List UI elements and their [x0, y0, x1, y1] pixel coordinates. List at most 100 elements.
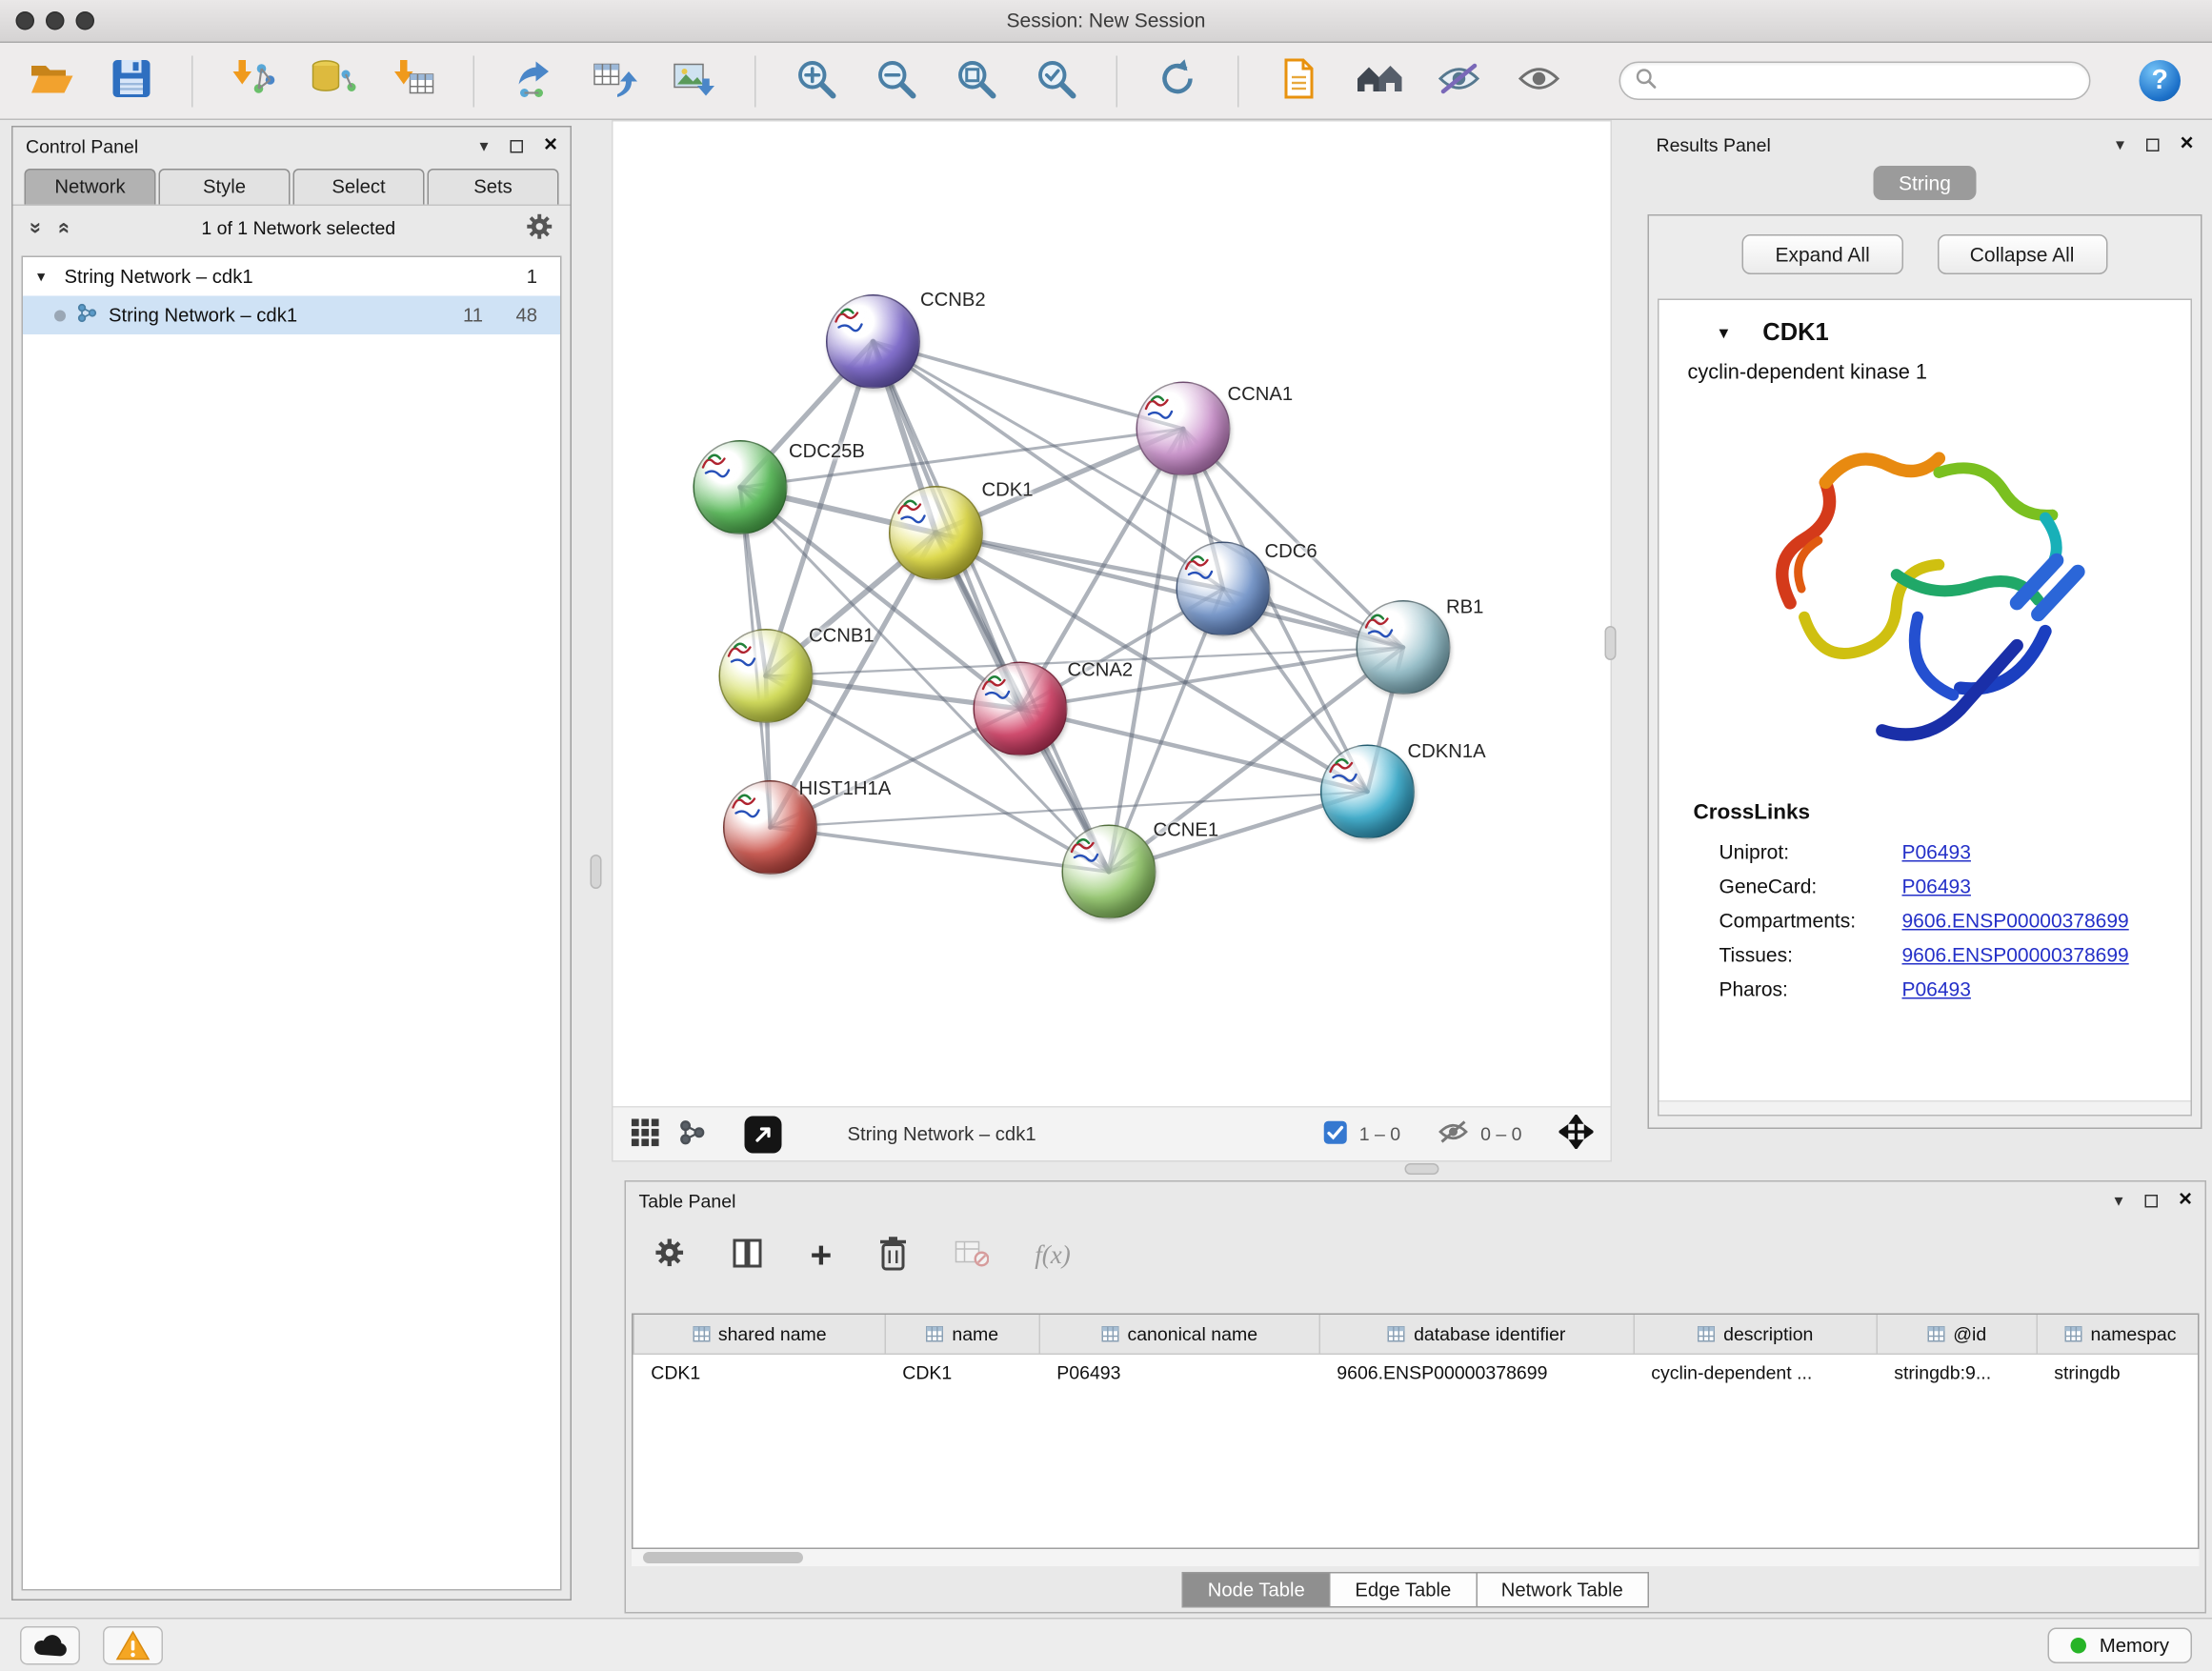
- column-header[interactable]: canonical name: [1039, 1315, 1319, 1354]
- panel-close-icon[interactable]: ×: [2180, 133, 2193, 156]
- search-box[interactable]: [1619, 62, 2091, 101]
- crosslink-link[interactable]: P06493: [1902, 875, 1971, 897]
- network-node-cdk1[interactable]: [889, 486, 983, 580]
- table-horizontal-scrollbar[interactable]: [632, 1549, 2200, 1566]
- tab-sets[interactable]: Sets: [428, 169, 559, 205]
- cell-name[interactable]: CDK1: [885, 1354, 1039, 1393]
- tab-network[interactable]: Network: [25, 169, 156, 205]
- splitter-handle[interactable]: [591, 855, 602, 889]
- panel-menu-icon[interactable]: ▾: [479, 137, 488, 154]
- network-node-ccnb1[interactable]: [719, 629, 814, 723]
- tab-style[interactable]: Style: [159, 169, 291, 205]
- crosslink-link[interactable]: P06493: [1902, 977, 1971, 1000]
- network-node-ccna2[interactable]: [974, 662, 1068, 756]
- export-network-button[interactable]: [503, 50, 566, 112]
- panel-menu-icon[interactable]: ▾: [2116, 136, 2124, 153]
- column-header[interactable]: @id: [1877, 1315, 2037, 1354]
- column-header[interactable]: description: [1634, 1315, 1877, 1354]
- column-header[interactable]: shared name: [633, 1315, 885, 1354]
- export-image-button[interactable]: [663, 50, 726, 112]
- network-share-button[interactable]: [677, 1117, 708, 1151]
- splitter-handle[interactable]: [1605, 626, 1617, 660]
- tab-edge-table[interactable]: Edge Table: [1331, 1572, 1477, 1608]
- tab-node-table[interactable]: Node Table: [1182, 1572, 1331, 1608]
- network-row-selected[interactable]: String Network – cdk1 11 48: [23, 296, 560, 335]
- cell-canonical-name[interactable]: P06493: [1039, 1354, 1319, 1393]
- zoom-out-button[interactable]: [865, 50, 928, 112]
- tree-expanded-icon[interactable]: ▾: [37, 268, 54, 287]
- network-node-ccne1[interactable]: [1062, 825, 1156, 919]
- open-session-button[interactable]: [20, 50, 83, 112]
- table-row[interactable]: CDK1 CDK1 P06493 9606.ENSP00000378699 cy…: [633, 1354, 2199, 1393]
- network-node-ccnb2[interactable]: [826, 294, 920, 389]
- graph-layer[interactable]: CCNB2CCNA1CDC25BCDK1CDC6RB1CCNB1CCNA2CDK…: [613, 122, 1611, 1107]
- column-header[interactable]: name: [885, 1315, 1039, 1354]
- panel-close-icon[interactable]: ×: [2179, 1189, 2192, 1212]
- warnings-button[interactable]: [103, 1626, 163, 1665]
- network-options-gear-icon[interactable]: [526, 212, 553, 244]
- zoom-fit-button[interactable]: [945, 50, 1008, 112]
- open-in-window-button[interactable]: [745, 1116, 782, 1153]
- network-node-cdc6[interactable]: [1176, 542, 1271, 636]
- selected-checkbox-icon[interactable]: [1323, 1119, 1348, 1148]
- crosslink-link[interactable]: 9606.ENSP00000378699: [1902, 943, 2129, 966]
- memory-button[interactable]: Memory: [2048, 1627, 2192, 1663]
- delete-column-trash-icon[interactable]: [877, 1234, 909, 1276]
- collapse-all-button[interactable]: Collapse All: [1937, 234, 2107, 274]
- panel-close-icon[interactable]: ×: [544, 134, 557, 157]
- network-node-rb1[interactable]: [1357, 600, 1451, 695]
- cell-description[interactable]: cyclin-dependent ...: [1634, 1354, 1877, 1393]
- table-settings-gear-icon[interactable]: [654, 1238, 685, 1272]
- hidden-eye-slash-icon[interactable]: [1438, 1119, 1469, 1150]
- column-header[interactable]: namespac: [2037, 1315, 2199, 1354]
- network-node-ccna1[interactable]: [1136, 382, 1231, 476]
- cell-namespace[interactable]: stringdb: [2037, 1354, 2199, 1393]
- cell-id[interactable]: stringdb:9...: [1877, 1354, 2037, 1393]
- splitter-handle[interactable]: [1405, 1163, 1439, 1175]
- cell-shared-name[interactable]: CDK1: [633, 1354, 885, 1393]
- import-network-from-database-button[interactable]: [302, 50, 365, 112]
- cloud-status-button[interactable]: [20, 1626, 80, 1665]
- refresh-layout-button[interactable]: [1146, 50, 1209, 112]
- network-node-cdc25b[interactable]: [694, 440, 788, 534]
- crosslink-link[interactable]: 9606.ENSP00000378699: [1902, 909, 2129, 932]
- function-builder-icon[interactable]: f(x): [1035, 1239, 1070, 1270]
- document-button[interactable]: [1268, 50, 1331, 112]
- visibility-button[interactable]: [1508, 50, 1571, 112]
- import-table-from-file-button[interactable]: [382, 50, 445, 112]
- network-edge[interactable]: [771, 828, 1110, 873]
- results-tab-string[interactable]: String: [1873, 166, 1977, 200]
- add-column-icon[interactable]: +: [811, 1237, 833, 1274]
- network-node-cdkn1a[interactable]: [1320, 745, 1415, 839]
- cell-database-identifier[interactable]: 9606.ENSP00000378699: [1319, 1354, 1634, 1393]
- save-session-button[interactable]: [100, 50, 163, 112]
- string-home-button[interactable]: [1348, 50, 1411, 112]
- tab-select[interactable]: Select: [293, 169, 425, 205]
- node-table[interactable]: shared name name canonical name database…: [632, 1314, 2200, 1550]
- column-header[interactable]: database identifier: [1319, 1315, 1634, 1354]
- results-scrollbar[interactable]: [1659, 1100, 2191, 1115]
- import-network-from-file-button[interactable]: [222, 50, 285, 112]
- network-view[interactable]: CCNB2CCNA1CDC25BCDK1CDC6RB1CCNB1CCNA2CDK…: [612, 120, 1612, 1162]
- panel-float-icon[interactable]: [2145, 138, 2159, 151]
- tab-network-table[interactable]: Network Table: [1477, 1572, 1648, 1608]
- collapse-all-icon[interactable]: »: [24, 222, 49, 234]
- expand-all-icon[interactable]: «: [53, 222, 78, 234]
- export-table-button[interactable]: [583, 50, 646, 112]
- network-edge[interactable]: [874, 342, 1110, 873]
- panel-float-icon[interactable]: [2144, 1194, 2158, 1207]
- network-collection-row[interactable]: ▾ String Network – cdk1 1: [23, 257, 560, 296]
- zoom-in-button[interactable]: [785, 50, 848, 112]
- scrollbar-thumb[interactable]: [643, 1552, 803, 1563]
- zoom-selected-button[interactable]: [1025, 50, 1088, 112]
- expand-all-button[interactable]: Expand All: [1742, 234, 1902, 274]
- show-columns-icon[interactable]: [731, 1236, 765, 1275]
- help-button[interactable]: ?: [2140, 60, 2182, 102]
- birdseye-toggle-button[interactable]: [631, 1117, 661, 1151]
- visibility-edit-button[interactable]: [1428, 50, 1491, 112]
- search-input[interactable]: [1668, 70, 2076, 92]
- gene-collapse-icon[interactable]: ▾: [1719, 322, 1729, 345]
- crosslink-link[interactable]: P06493: [1902, 840, 1971, 863]
- panel-float-icon[interactable]: [510, 139, 523, 152]
- pan-tool-icon[interactable]: [1559, 1115, 1594, 1154]
